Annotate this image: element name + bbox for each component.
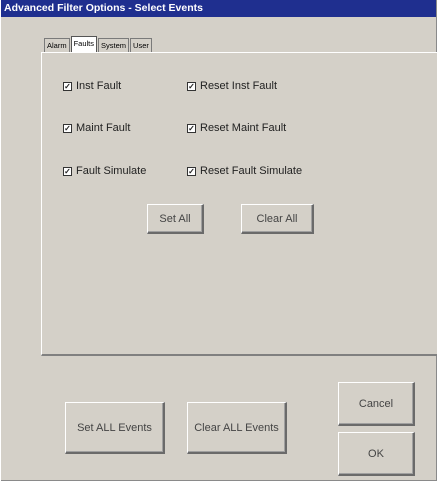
checkbox-reset-maint-fault[interactable]: ✓ Reset Maint Fault [187,122,286,134]
checkbox-fault-simulate[interactable]: ✓ Fault Simulate [63,165,146,177]
cancel-button[interactable]: Cancel [338,382,415,426]
checkbox-label: Reset Maint Fault [200,122,287,134]
tab-alarm[interactable]: Alarm [44,38,70,52]
faults-panel [41,52,437,356]
set-all-events-button[interactable]: Set ALL Events [65,402,165,454]
checkbox-inst-fault[interactable]: ✓ Inst Fault [63,80,121,92]
tab-system[interactable]: System [98,38,130,52]
checkbox-maint-fault[interactable]: ✓ Maint Fault [63,122,130,134]
dialog-title: Advanced Filter Options - Select Events [1,0,436,17]
checkbox-reset-inst-fault[interactable]: ✓ Reset Inst Fault [187,80,277,92]
checkbox-label: Reset Inst Fault [200,80,278,92]
ok-button[interactable]: OK [338,432,415,476]
checkbox-reset-fault-simulate[interactable]: ✓ Reset Fault Simulate [187,165,302,177]
filter-dialog: Advanced Filter Options - Select Events … [1,0,437,481]
checkbox-icon: ✓ [63,81,72,91]
checkbox-icon: ✓ [63,166,72,176]
checkbox-icon: ✓ [63,123,72,133]
checkbox-label: Inst Fault [76,80,122,92]
checkbox-label: Maint Fault [76,122,131,134]
clear-all-button[interactable]: Clear All [241,204,314,234]
checkbox-label: Reset Fault Simulate [200,165,303,177]
clear-all-events-button[interactable]: Clear ALL Events [187,402,287,454]
checkbox-icon: ✓ [187,123,196,133]
tab-strip: Alarm Faults System User [44,36,153,53]
checkbox-label: Fault Simulate [76,165,147,177]
tab-faults[interactable]: Faults [70,36,98,52]
checkbox-icon: ✓ [187,81,196,91]
set-all-button[interactable]: Set All [147,204,204,234]
checkbox-icon: ✓ [187,166,196,176]
tab-user[interactable]: User [130,38,152,52]
